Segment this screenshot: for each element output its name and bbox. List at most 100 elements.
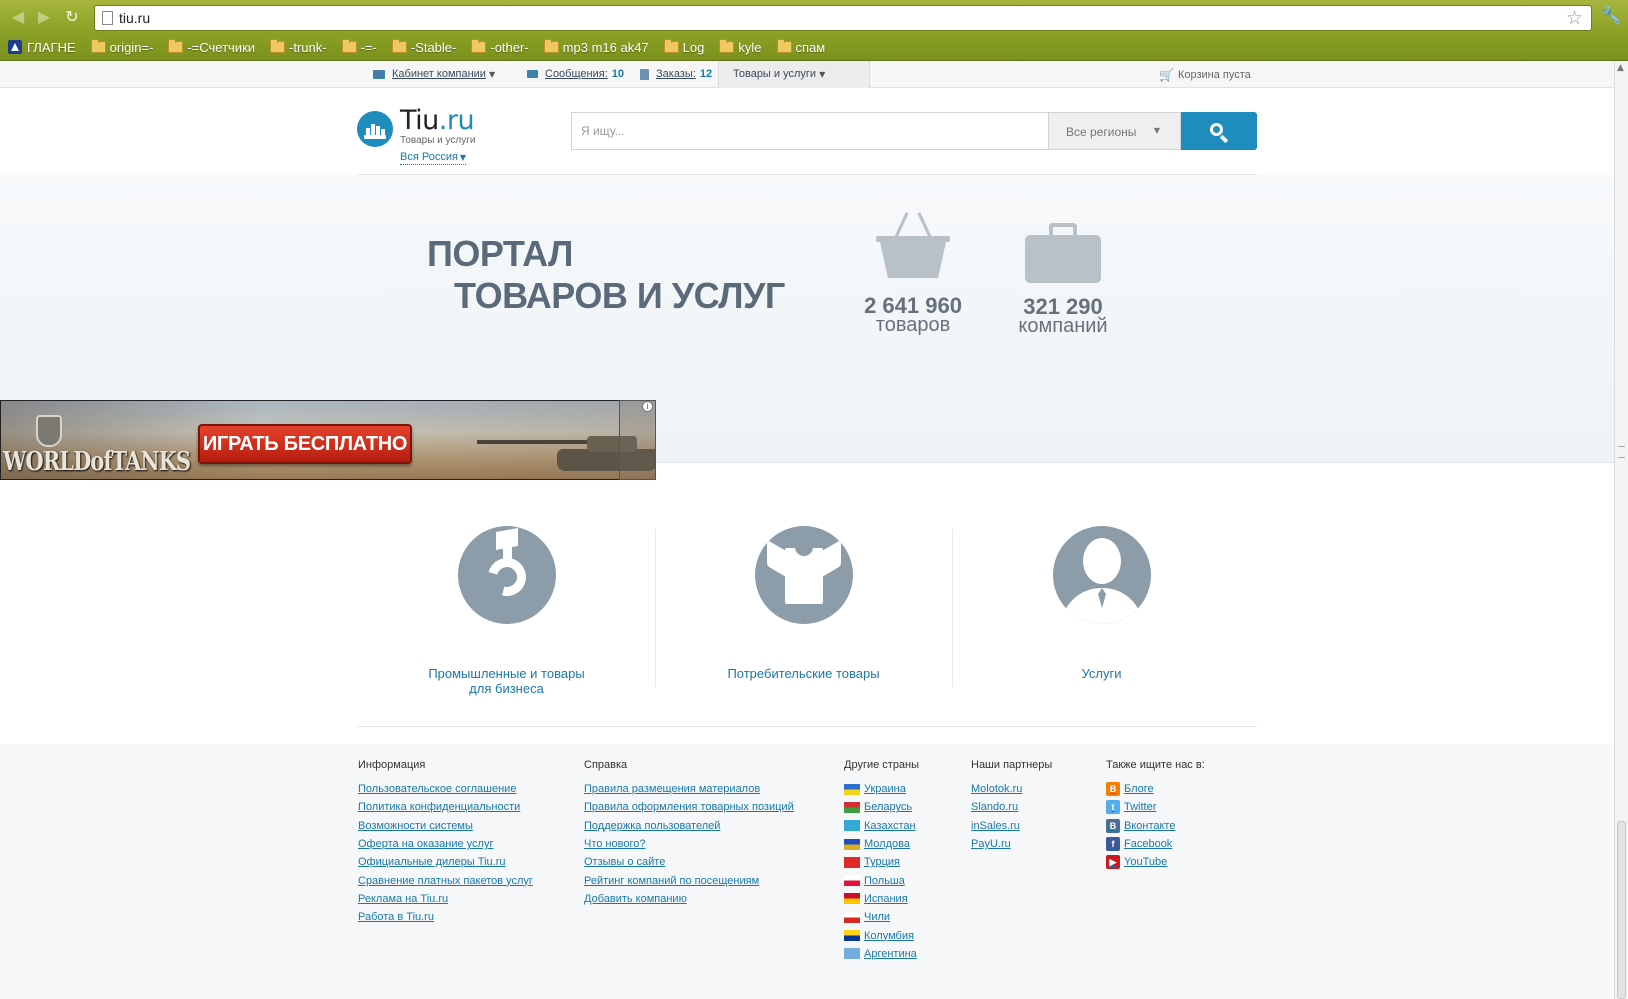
vertical-scrollbar[interactable]: ▲ xyxy=(1614,61,1628,999)
hero-title-line1: ПОРТАЛ xyxy=(427,233,573,274)
partner-link[interactable]: Slando.ru xyxy=(971,798,1052,816)
top-user-bar: Кабинет компании ▼ Сообщения: 10 Заказы: 12… xyxy=(0,61,1614,88)
social-link-blog[interactable]: B Блоге xyxy=(1106,780,1205,798)
country-link[interactable]: Украина xyxy=(844,780,919,798)
footer-link[interactable]: Сравнение платных пакетов услуг xyxy=(358,871,533,889)
company-cabinet-link[interactable]: Кабинет компании ▼ xyxy=(373,68,495,80)
search-input[interactable] xyxy=(571,112,1048,150)
chevron-down-icon: ▼ xyxy=(1153,126,1160,135)
bookmark-folder[interactable]: -trunk- xyxy=(270,39,327,55)
messages-link[interactable]: Сообщения: 10 xyxy=(527,68,624,80)
country-link[interactable]: Турция xyxy=(844,853,919,871)
search-button[interactable] xyxy=(1181,112,1257,150)
site-logo[interactable]: Tiu.ru xyxy=(400,105,475,136)
category-label[interactable]: Услуги xyxy=(953,666,1250,681)
bookmark-star-icon[interactable]: ☆ xyxy=(1566,7,1583,29)
hero-title-line2: ТОВАРОВ И УСЛУГ xyxy=(454,275,785,316)
category-label[interactable]: Промышленные и товары для бизнеса xyxy=(358,666,655,696)
partner-link[interactable]: Molotok.ru xyxy=(971,780,1052,798)
scrollbar-thumb[interactable] xyxy=(1617,821,1626,999)
footer-heading: Другие страны xyxy=(844,759,920,771)
bookmark-folder[interactable]: спам xyxy=(776,39,825,55)
bookmark-folder[interactable]: Log xyxy=(663,39,704,55)
briefcase-icon xyxy=(373,69,385,79)
bookmark-folder[interactable]: origin=- xyxy=(90,39,153,55)
country-link[interactable]: Чили xyxy=(844,908,919,926)
basket-icon xyxy=(876,210,950,280)
footer-link[interactable]: Отзывы о сайте xyxy=(584,853,794,871)
country-link[interactable]: Польша xyxy=(844,871,919,889)
category-consumer[interactable]: Потребительские товары xyxy=(655,526,952,686)
social-link-twitter[interactable]: t Twitter xyxy=(1106,798,1205,816)
bookmark-folder[interactable]: -=- xyxy=(341,39,377,55)
footer-heading: Также ищите нас в: xyxy=(1106,759,1205,771)
folder-icon xyxy=(543,39,559,53)
footer-partners-column: Наши партнеры Molotok.ru Slando.ru inSal… xyxy=(971,760,1052,853)
bookmark-folder[interactable]: -other- xyxy=(471,39,529,55)
wrench-menu-icon[interactable]: 🔧 xyxy=(1601,6,1622,26)
country-link[interactable]: Беларусь xyxy=(844,798,919,816)
country-link[interactable]: Аргентина xyxy=(844,945,919,963)
footer-link[interactable]: Правила размещения материалов xyxy=(584,780,794,798)
footer-link[interactable]: Реклама на Tiu.ru xyxy=(358,890,533,908)
blogger-icon: B xyxy=(1106,782,1120,797)
ad-banner[interactable]: WORLDofTANKS ИГРАТЬ БЕСПЛАТНО xyxy=(0,400,656,480)
orders-link[interactable]: Заказы: 12 xyxy=(640,68,712,80)
reload-icon[interactable]: ↻ xyxy=(62,7,82,27)
bookmark-folder[interactable]: -=Счетчики xyxy=(168,39,255,55)
footer-link[interactable]: Работа в Tiu.ru xyxy=(358,908,533,926)
products-menu[interactable]: Товары и услуги ▼ xyxy=(733,68,825,80)
bookmark-item[interactable]: ГЛАГНЕ xyxy=(8,40,76,55)
region-select[interactable]: Все регионы ▼ xyxy=(1048,112,1181,150)
footer-social-column: Также ищите нас в: B Блоге t Twitter B Вкон… xyxy=(1106,760,1205,871)
cart-link[interactable]: 🛒 Корзина пуста xyxy=(1159,68,1251,82)
footer-link[interactable]: Добавить компанию xyxy=(584,890,794,908)
site-favicon-icon xyxy=(8,40,22,54)
social-link-vkontakte[interactable]: B Вконтакте xyxy=(1106,817,1205,835)
scroll-up-icon[interactable]: ▲ xyxy=(1617,63,1624,73)
footer-link[interactable]: Возможности системы xyxy=(358,817,533,835)
footer-heading: Наши партнеры xyxy=(971,759,1053,771)
messages-count: 10 xyxy=(611,68,625,80)
orders-count: 12 xyxy=(699,68,713,80)
chevron-down-icon: ▼ xyxy=(488,69,496,79)
footer-link[interactable]: Политика конфиденциальности xyxy=(358,798,533,816)
footer-link[interactable]: Официальные дилеры Tiu.ru xyxy=(358,853,533,871)
tiu-logo-icon[interactable] xyxy=(357,111,393,147)
folder-icon xyxy=(663,39,679,53)
flag-icon xyxy=(844,856,860,868)
country-link[interactable]: Колумбия xyxy=(844,926,919,944)
footer-link[interactable]: Поддержка пользователей xyxy=(584,817,794,835)
footer-link[interactable]: Рейтинг компаний по посещениям xyxy=(584,871,794,889)
bookmark-folder[interactable]: -Stable- xyxy=(391,39,456,55)
forward-icon[interactable]: ▶ xyxy=(34,7,54,27)
region-dropdown-link[interactable]: Вся Россия ▼ xyxy=(400,151,467,165)
partner-link[interactable]: PayU.ru xyxy=(971,835,1052,853)
country-link[interactable]: Молдова xyxy=(844,835,919,853)
category-industrial[interactable]: Промышленные и товары для бизнеса xyxy=(358,526,655,696)
footer-link[interactable]: Что нового? xyxy=(584,835,794,853)
address-url[interactable]: tiu.ru xyxy=(119,10,150,26)
ad-play-button[interactable]: ИГРАТЬ БЕСПЛАТНО xyxy=(198,424,412,464)
footer-heading: Справка xyxy=(584,759,628,771)
country-link[interactable]: Казахстан xyxy=(844,817,919,835)
bookmark-folder[interactable]: mp3 m16 ak47 xyxy=(543,39,649,55)
address-bar[interactable]: tiu.ru ☆ xyxy=(94,5,1592,31)
footer-info-column: Информация Пользовательское соглашение П… xyxy=(358,760,533,926)
category-services[interactable]: Услуги xyxy=(953,526,1250,686)
flag-icon xyxy=(844,930,860,942)
back-icon[interactable]: ◀ xyxy=(8,7,28,27)
social-link-youtube[interactable]: ▶ YouTube xyxy=(1106,853,1205,871)
bookmark-folder[interactable]: kyle xyxy=(719,39,762,55)
ad-info-icon[interactable]: i xyxy=(642,401,653,412)
social-link-facebook[interactable]: f Facebook xyxy=(1106,835,1205,853)
browser-chrome: ◀ ▶ ↻ tiu.ru ☆ 🔧 ГЛАГНЕ origin=- -=Счетч… xyxy=(0,0,1628,61)
bookmarks-bar: ГЛАГНЕ origin=- -=Счетчики -trunk- -=- -… xyxy=(8,37,840,57)
folder-icon xyxy=(719,39,735,53)
footer-link[interactable]: Оферта на оказание услуг xyxy=(358,835,533,853)
country-link[interactable]: Испания xyxy=(844,890,919,908)
footer-link[interactable]: Правила оформления товарных позиций xyxy=(584,798,794,816)
category-label[interactable]: Потребительские товары xyxy=(655,666,952,681)
footer-link[interactable]: Пользовательское соглашение xyxy=(358,780,533,798)
partner-link[interactable]: inSales.ru xyxy=(971,817,1052,835)
